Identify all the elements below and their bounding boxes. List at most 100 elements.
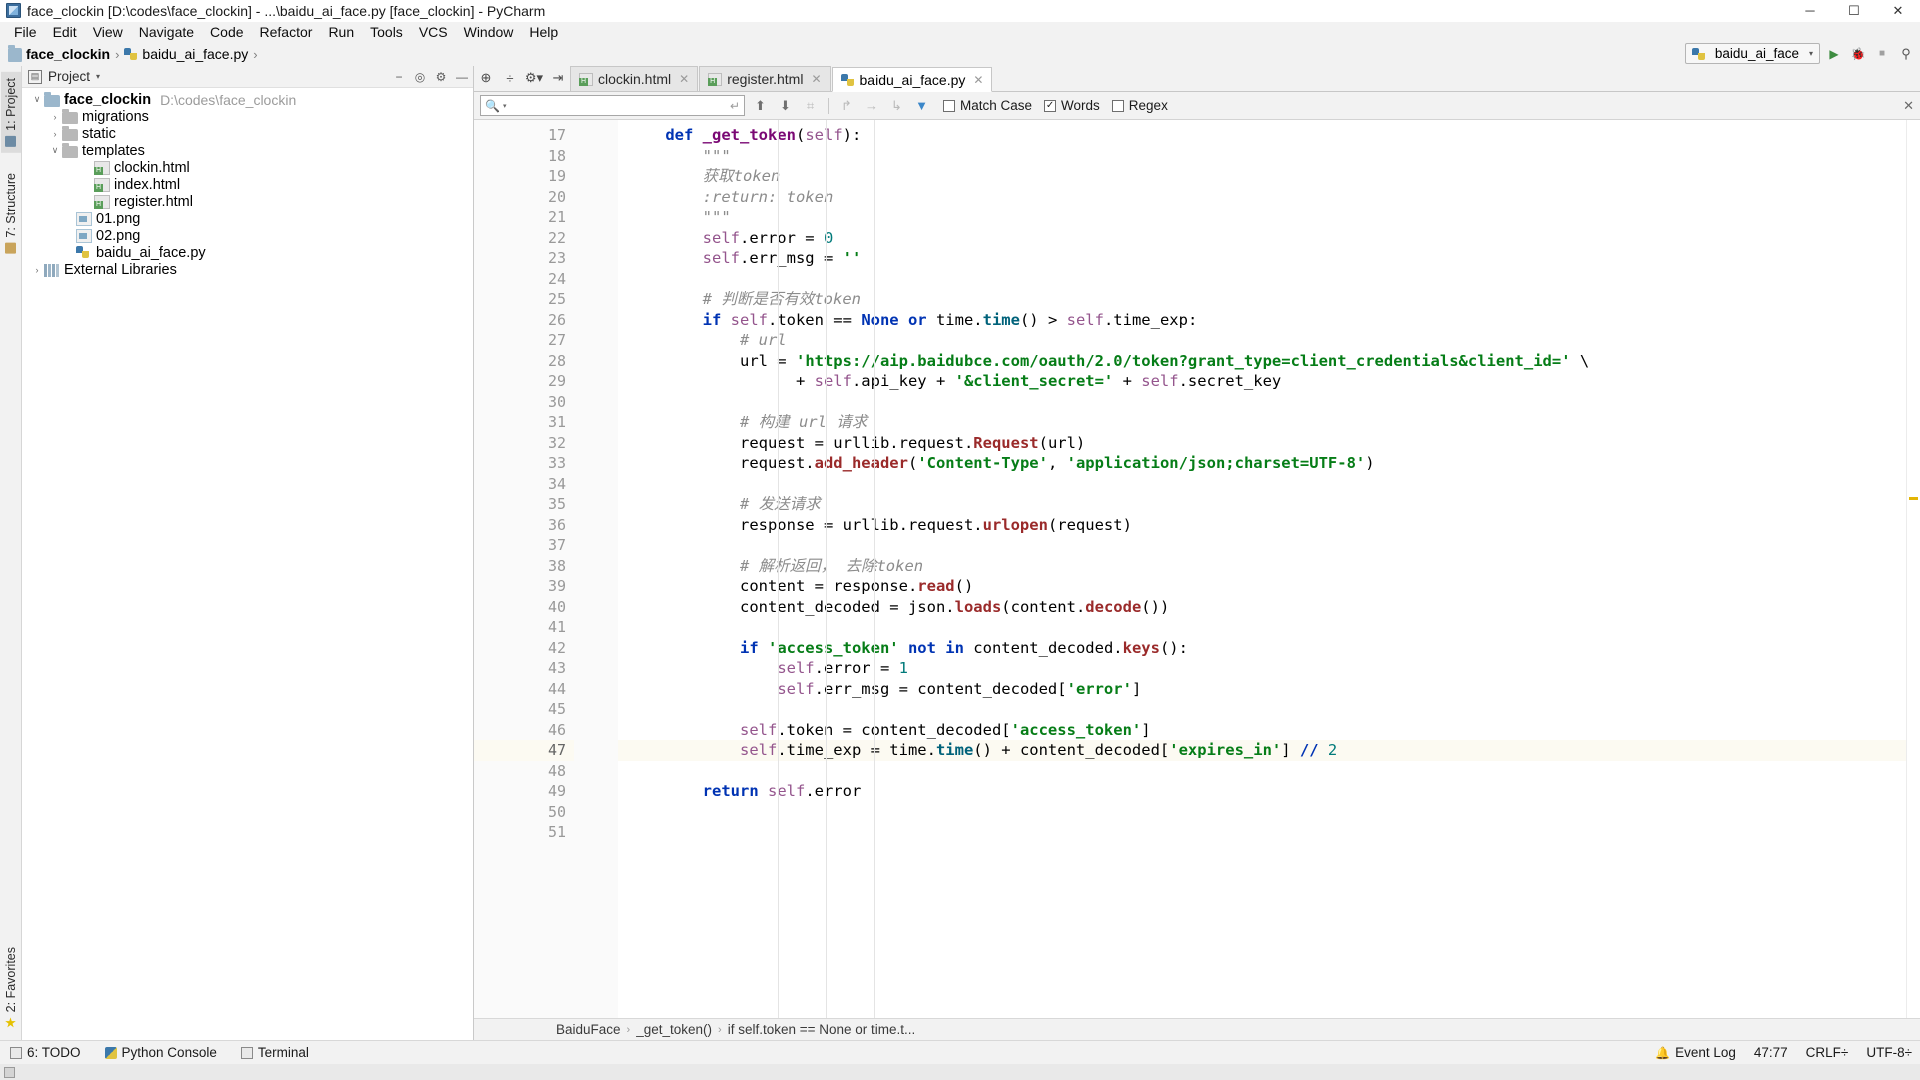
code-line[interactable]: """ [618, 146, 1906, 167]
line-number[interactable]: 40 [474, 597, 574, 618]
regex-checkbox[interactable]: Regex [1111, 98, 1168, 113]
code-line[interactable]: if 'access_token' not in content_decoded… [618, 638, 1906, 659]
chevron-down-icon[interactable]: ▾ [503, 102, 507, 110]
find-next-button[interactable]: ⬇ [776, 96, 795, 115]
code-line[interactable]: # 发送请求 [618, 494, 1906, 515]
close-button[interactable]: ✕ [1876, 0, 1920, 22]
code-line[interactable] [618, 699, 1906, 720]
code-line[interactable] [618, 474, 1906, 495]
line-number[interactable]: 24 [474, 269, 574, 290]
line-number[interactable]: 33 [474, 453, 574, 474]
tree-row-migrations[interactable]: › migrations [22, 108, 473, 125]
expand-arrow-icon[interactable]: › [30, 265, 44, 275]
caret-position[interactable]: 47:77 [1754, 1045, 1788, 1060]
code-line[interactable] [618, 392, 1906, 413]
line-number[interactable]: 47💡 [474, 740, 620, 761]
split-icon[interactable]: ÷ [502, 70, 518, 86]
line-number[interactable]: 17− [474, 125, 600, 146]
code-line[interactable]: # 判断是否有效token [618, 289, 1906, 310]
line-number[interactable]: 34 [474, 474, 574, 495]
expand-arrow-icon[interactable]: › [48, 112, 62, 122]
code-line[interactable]: return self.error [618, 781, 1906, 802]
stop-button[interactable]: ■ [1872, 44, 1892, 64]
line-number[interactable]: 37 [474, 535, 574, 556]
maximize-button[interactable]: ☐ [1832, 0, 1876, 22]
menu-run[interactable]: Run [320, 23, 362, 41]
line-number[interactable]: 25 [474, 289, 574, 310]
breadcrumb-method[interactable]: _get_token() [636, 1022, 712, 1037]
menu-vcs[interactable]: VCS [411, 23, 456, 41]
code-line[interactable]: self.err_msg = '' [618, 248, 1906, 269]
code-line[interactable]: # url [618, 330, 1906, 351]
line-number[interactable]: 32 [474, 433, 574, 454]
status-todo-button[interactable]: 6: TODO [6, 1044, 85, 1061]
code-line[interactable]: # 解析返回， 去除token [618, 556, 1906, 577]
line-number[interactable]: 18− [474, 146, 600, 167]
target-icon[interactable]: ⊕ [478, 70, 494, 86]
line-number[interactable]: 22 [474, 228, 574, 249]
line-number[interactable]: 35 [474, 494, 574, 515]
line-number[interactable]: 46 [474, 720, 574, 741]
code-line[interactable]: self.error = 0 [618, 228, 1906, 249]
line-number[interactable]: 48 [474, 761, 574, 782]
line-number[interactable]: 19 [474, 166, 574, 187]
line-number[interactable]: 26− [474, 310, 600, 331]
words-checkbox[interactable]: ✓ Words [1044, 98, 1100, 113]
line-number[interactable]: 43 [474, 658, 574, 679]
line-number[interactable]: 31 [474, 412, 574, 433]
code-line[interactable] [618, 269, 1906, 290]
menu-code[interactable]: Code [202, 23, 251, 41]
line-number[interactable]: 42− [474, 638, 600, 659]
chevron-down-icon[interactable]: ▾ [96, 72, 100, 81]
line-number[interactable]: 28 [474, 351, 574, 372]
search-everywhere-icon[interactable]: ⚲ [1896, 44, 1916, 64]
select-all-occurrences-button[interactable]: ⌗ [801, 96, 820, 115]
breadcrumb-class[interactable]: BaiduFace [556, 1022, 621, 1037]
code-line[interactable]: self.token = content_decoded['access_tok… [618, 720, 1906, 741]
breadcrumb-item-file[interactable]: baidu_ai_face.py [122, 46, 250, 62]
code-content[interactable]: def _get_token(self): """ 获取token :retur… [618, 120, 1906, 1018]
line-number[interactable]: 44− [474, 679, 600, 700]
close-find-icon[interactable]: ✕ [1903, 98, 1914, 114]
tree-row-register-html[interactable]: register.html [22, 193, 473, 210]
code-line[interactable]: self.error = 1 [618, 658, 1906, 679]
code-line[interactable] [618, 822, 1906, 843]
line-number[interactable]: 41 [474, 617, 574, 638]
breadcrumb-item-project[interactable]: face_clockin [6, 45, 112, 62]
code-line[interactable]: """ [618, 207, 1906, 228]
tab-clockin-html[interactable]: clockin.html ✕ [570, 66, 699, 91]
tree-row-face-clockin[interactable]: ∨ face_clockin D:\codes\face_clockin [22, 91, 473, 108]
menu-view[interactable]: View [85, 23, 131, 41]
close-icon[interactable]: ✕ [811, 72, 821, 86]
code-line[interactable]: request.add_header('Content-Type', 'appl… [618, 453, 1906, 474]
line-number[interactable]: 23 [474, 248, 574, 269]
menu-edit[interactable]: Edit [45, 23, 85, 41]
menu-refactor[interactable]: Refactor [252, 23, 321, 41]
collapse-all-icon[interactable]: − [392, 70, 406, 84]
tree-row-02-png[interactable]: 02.png [22, 227, 473, 244]
select-all-button[interactable]: ↳ [887, 96, 906, 115]
target-icon[interactable]: ◎ [413, 70, 427, 84]
tree-row-static[interactable]: › static [22, 125, 473, 142]
project-tree[interactable]: ∨ face_clockin D:\codes\face_clockin › m… [22, 88, 473, 1040]
line-separator[interactable]: CRLF÷ [1806, 1045, 1849, 1060]
line-number[interactable]: 27 [474, 330, 574, 351]
tree-row-baidu-ai-face-py[interactable]: baidu_ai_face.py [22, 244, 473, 261]
code-line[interactable]: url = 'https://aip.baidubce.com/oauth/2.… [618, 351, 1906, 372]
find-previous-button[interactable]: ⬆ [751, 96, 770, 115]
code-line[interactable]: # 构建 url 请求 [618, 412, 1906, 433]
file-encoding[interactable]: UTF-8÷ [1866, 1045, 1912, 1060]
code-line[interactable] [618, 802, 1906, 823]
line-number[interactable]: 38 [474, 556, 574, 577]
sidebar-item-structure[interactable]: 7: Structure [1, 167, 21, 260]
line-number[interactable]: 20 [474, 187, 574, 208]
expand-arrow-icon[interactable]: ∨ [48, 145, 62, 156]
sidebar-item-favorites[interactable]: 2: Favorites [1, 941, 21, 1034]
code-line[interactable]: content = response.read() [618, 576, 1906, 597]
search-input[interactable]: 🔍 ▾ ↵ [480, 95, 745, 116]
line-number[interactable]: 21− [474, 207, 600, 228]
close-icon[interactable]: ✕ [679, 72, 689, 86]
run-configuration-selector[interactable]: baidu_ai_face ▾ [1684, 43, 1820, 64]
event-log-button[interactable]: 🔔 Event Log [1655, 1045, 1736, 1060]
tree-row-index-html[interactable]: index.html [22, 176, 473, 193]
